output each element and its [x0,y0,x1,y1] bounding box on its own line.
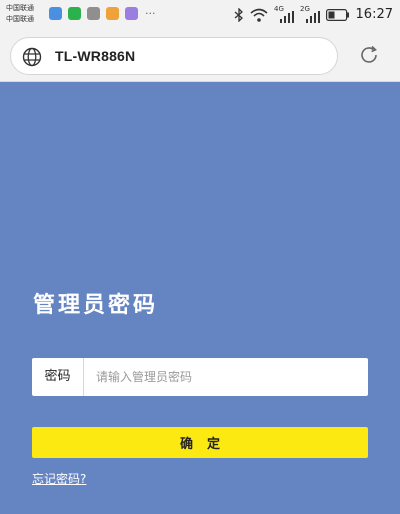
status-bar: 中国联通 中国联通 ··· 4G 2G 16:27 [0,0,400,30]
battery-icon [326,9,349,21]
app-icon [106,7,119,20]
password-label: 密码 [32,358,84,396]
wifi-icon [250,8,268,22]
page-title: 管理员密码 [33,292,159,318]
confirm-button[interactable]: 确定 [32,427,368,458]
signal-icon [306,11,320,23]
app-icon [125,7,138,20]
signal-icon [280,11,294,23]
system-icons: 4G 2G [234,5,350,25]
app-icon [49,7,62,20]
browser-address-bar: TL-WR886N [0,30,400,82]
clock: 16:27 [355,7,393,22]
carrier-labels: 中国联通 中国联通 [6,3,34,25]
signal-1: 4G [274,5,294,23]
url-text: TL-WR886N [55,48,136,64]
signal-2: 2G [300,5,320,23]
password-input[interactable] [84,358,368,396]
url-field[interactable]: TL-WR886N [10,37,338,75]
gallery-icon [87,7,100,20]
wechat-icon [68,7,81,20]
password-row: 密码 [32,358,368,396]
carrier-1: 中国联通 [6,4,34,12]
carrier-2: 中国联通 [6,15,34,23]
more-notifications: ··· [145,7,156,20]
globe-icon [22,47,42,67]
forgot-password-link[interactable]: 忘记密码? [32,470,86,487]
notification-icons: ··· [49,7,156,20]
refresh-icon[interactable] [358,44,380,66]
bluetooth-icon [234,8,243,22]
